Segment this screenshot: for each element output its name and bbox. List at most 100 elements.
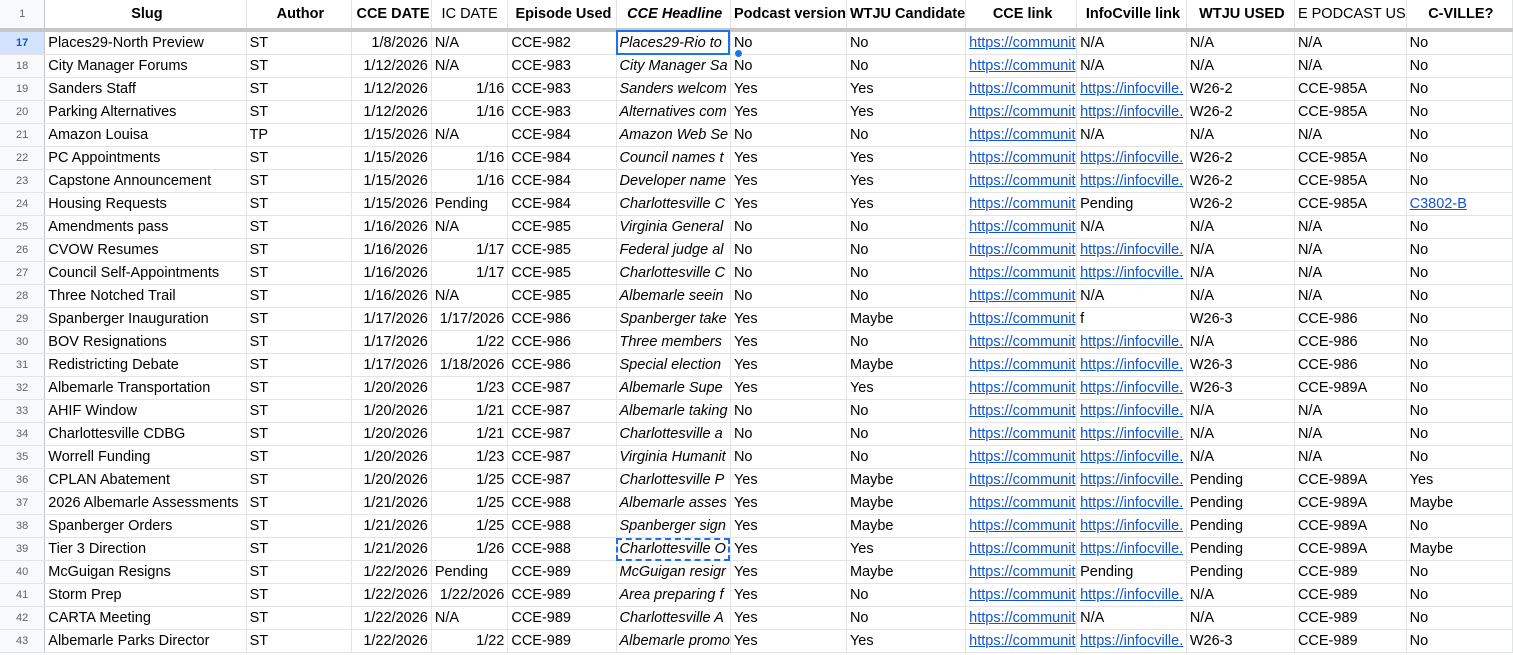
cell-cce-date[interactable]: 1/17/2026 [351, 353, 432, 377]
cell-headline[interactable]: Charlottesville a [616, 422, 731, 446]
hyperlink[interactable]: https://communit [969, 518, 1075, 534]
cell-author[interactable]: ST [246, 261, 353, 285]
cell-episode[interactable]: CCE-989 [507, 606, 617, 630]
cell-ic-date[interactable]: 1/26 [431, 537, 509, 561]
cell-wtju-used[interactable]: N/A [1186, 54, 1295, 78]
cell-cce-date[interactable]: 1/22/2026 [351, 560, 432, 584]
cell-wtju-used[interactable]: N/A [1186, 215, 1295, 239]
cell-ic-date[interactable]: N/A [431, 284, 509, 308]
cell-cville[interactable]: No [1406, 606, 1513, 630]
cell-infocville-link[interactable]: https://infocville. [1076, 353, 1187, 377]
hyperlink[interactable]: https://infocville. [1080, 426, 1183, 442]
cell-headline[interactable]: Charlottesville P [616, 468, 731, 492]
spreadsheet-grid[interactable]: 1 Slug Author CCE DATE IC DATE Episode U… [0, 0, 1513, 655]
cell-slug[interactable]: CARTA Meeting [44, 606, 247, 630]
cell-headline[interactable]: Federal judge al [616, 238, 731, 262]
hyperlink[interactable]: https://infocville. [1080, 150, 1183, 166]
hyperlink[interactable]: https://infocville. [1080, 104, 1183, 120]
cell-podcast[interactable]: No [730, 261, 847, 285]
hyperlink[interactable]: https://communit [969, 334, 1075, 350]
cell-ic-date[interactable]: 1/23 [431, 445, 509, 469]
cell-slug[interactable]: McGuigan Resigns [44, 560, 247, 584]
cell-cville[interactable]: C3802-B [1406, 192, 1513, 216]
cell-wtju-used[interactable]: N/A [1186, 422, 1295, 446]
cell-headline[interactable]: Area preparing f [616, 583, 731, 607]
row-number[interactable]: 31 [0, 353, 46, 377]
cell-wtju-used[interactable]: W26-2 [1186, 169, 1295, 193]
cell-headline[interactable]: Charlottesville C [616, 261, 731, 285]
cell-podcast-used[interactable]: N/A [1294, 261, 1407, 285]
cell-podcast[interactable]: Yes [730, 307, 847, 331]
cell-cce-link[interactable]: https://communit [965, 284, 1078, 308]
cell-wtju-used[interactable]: N/A [1186, 399, 1295, 423]
cell-podcast-used[interactable]: N/A [1294, 284, 1407, 308]
cell-infocville-link[interactable]: N/A [1076, 54, 1187, 78]
hyperlink[interactable]: https://communit [969, 104, 1075, 120]
cell-slug[interactable]: Council Self-Appointments [44, 261, 247, 285]
hyperlink[interactable]: https://communit [969, 150, 1075, 166]
cell-infocville-link[interactable]: https://infocville. [1076, 422, 1187, 446]
cell-podcast[interactable]: Yes [730, 560, 847, 584]
cell-podcast-used[interactable]: N/A [1294, 123, 1407, 147]
cell-episode[interactable]: CCE-986 [507, 353, 617, 377]
cell-cce-link[interactable]: https://communit [965, 606, 1078, 630]
cell-slug[interactable]: Three Notched Trail [44, 284, 247, 308]
cell-infocville-link[interactable]: https://infocville. [1076, 330, 1187, 354]
hyperlink[interactable]: https://infocville. [1080, 380, 1183, 396]
cell-author[interactable]: ST [246, 307, 353, 331]
cell-headline[interactable]: Albemarle Supe [616, 376, 731, 400]
row-number[interactable]: 42 [0, 606, 46, 630]
cell-cce-date[interactable]: 1/20/2026 [351, 422, 432, 446]
cell-episode[interactable]: CCE-988 [507, 491, 617, 515]
cell-infocville-link[interactable]: https://infocville. [1076, 261, 1187, 285]
cell-ic-date[interactable]: 1/21 [431, 399, 509, 423]
hyperlink[interactable]: https://infocville. [1080, 173, 1183, 189]
cell-author[interactable]: ST [246, 445, 353, 469]
cell-ic-date[interactable]: 1/16 [431, 100, 509, 124]
cell-cce-date[interactable]: 1/16/2026 [351, 261, 432, 285]
cell-ic-date[interactable]: 1/21 [431, 422, 509, 446]
cell-cce-link[interactable]: https://communit [965, 123, 1078, 147]
cell-cville[interactable]: No [1406, 583, 1513, 607]
cell-cville[interactable]: Maybe [1406, 537, 1513, 561]
cell-episode[interactable]: CCE-984 [507, 146, 617, 170]
column-header-podcast[interactable]: Podcast version [730, 0, 847, 32]
cell-headline[interactable]: Places29-Rio to [616, 30, 731, 55]
cell-author[interactable]: ST [246, 238, 353, 262]
cell-cce-date[interactable]: 1/15/2026 [351, 146, 432, 170]
cell-infocville-link[interactable]: https://infocville. [1076, 238, 1187, 262]
cell-episode[interactable]: CCE-989 [507, 629, 617, 653]
row-number[interactable]: 39 [0, 537, 46, 561]
hyperlink[interactable]: C3802-B [1410, 196, 1467, 212]
row-number[interactable]: 23 [0, 169, 46, 193]
row-number[interactable]: 22 [0, 146, 46, 170]
cell-infocville-link[interactable]: https://infocville. [1076, 399, 1187, 423]
hyperlink[interactable]: https://infocville. [1080, 587, 1183, 603]
cell-wtju-used[interactable]: W26-3 [1186, 376, 1295, 400]
cell-wtju-candidate[interactable]: Yes [846, 146, 967, 170]
cell-wtju-used[interactable]: N/A [1186, 445, 1295, 469]
hyperlink[interactable]: https://infocville. [1080, 81, 1183, 97]
cell-wtju-candidate[interactable]: No [846, 261, 967, 285]
column-header-headline[interactable]: CCE Headline [616, 0, 731, 32]
cell-author[interactable]: ST [246, 77, 353, 101]
cell-cce-link[interactable]: https://communit [965, 399, 1078, 423]
cell-cville[interactable]: No [1406, 54, 1513, 78]
cell-cce-date[interactable]: 1/17/2026 [351, 330, 432, 354]
cell-podcast[interactable]: Yes [730, 514, 847, 538]
cell-podcast[interactable]: Yes [730, 100, 847, 124]
cell-ic-date[interactable]: N/A [431, 30, 509, 55]
cell-wtju-candidate[interactable]: Yes [846, 629, 967, 653]
hyperlink[interactable]: https://communit [969, 380, 1075, 396]
cell-wtju-candidate[interactable]: Yes [846, 100, 967, 124]
cell-wtju-used[interactable]: W26-2 [1186, 192, 1295, 216]
cell-cce-date[interactable]: 1/21/2026 [351, 491, 432, 515]
cell-cce-link[interactable]: https://communit [965, 146, 1078, 170]
cell-wtju-used[interactable]: Pending [1186, 560, 1295, 584]
cell-author[interactable]: ST [246, 100, 353, 124]
cell-headline[interactable]: Charlottesville O [616, 537, 731, 561]
cell-cville[interactable]: No [1406, 215, 1513, 239]
cell-wtju-candidate[interactable]: No [846, 399, 967, 423]
hyperlink[interactable]: https://communit [969, 219, 1075, 235]
cell-cce-date[interactable]: 1/17/2026 [351, 307, 432, 331]
